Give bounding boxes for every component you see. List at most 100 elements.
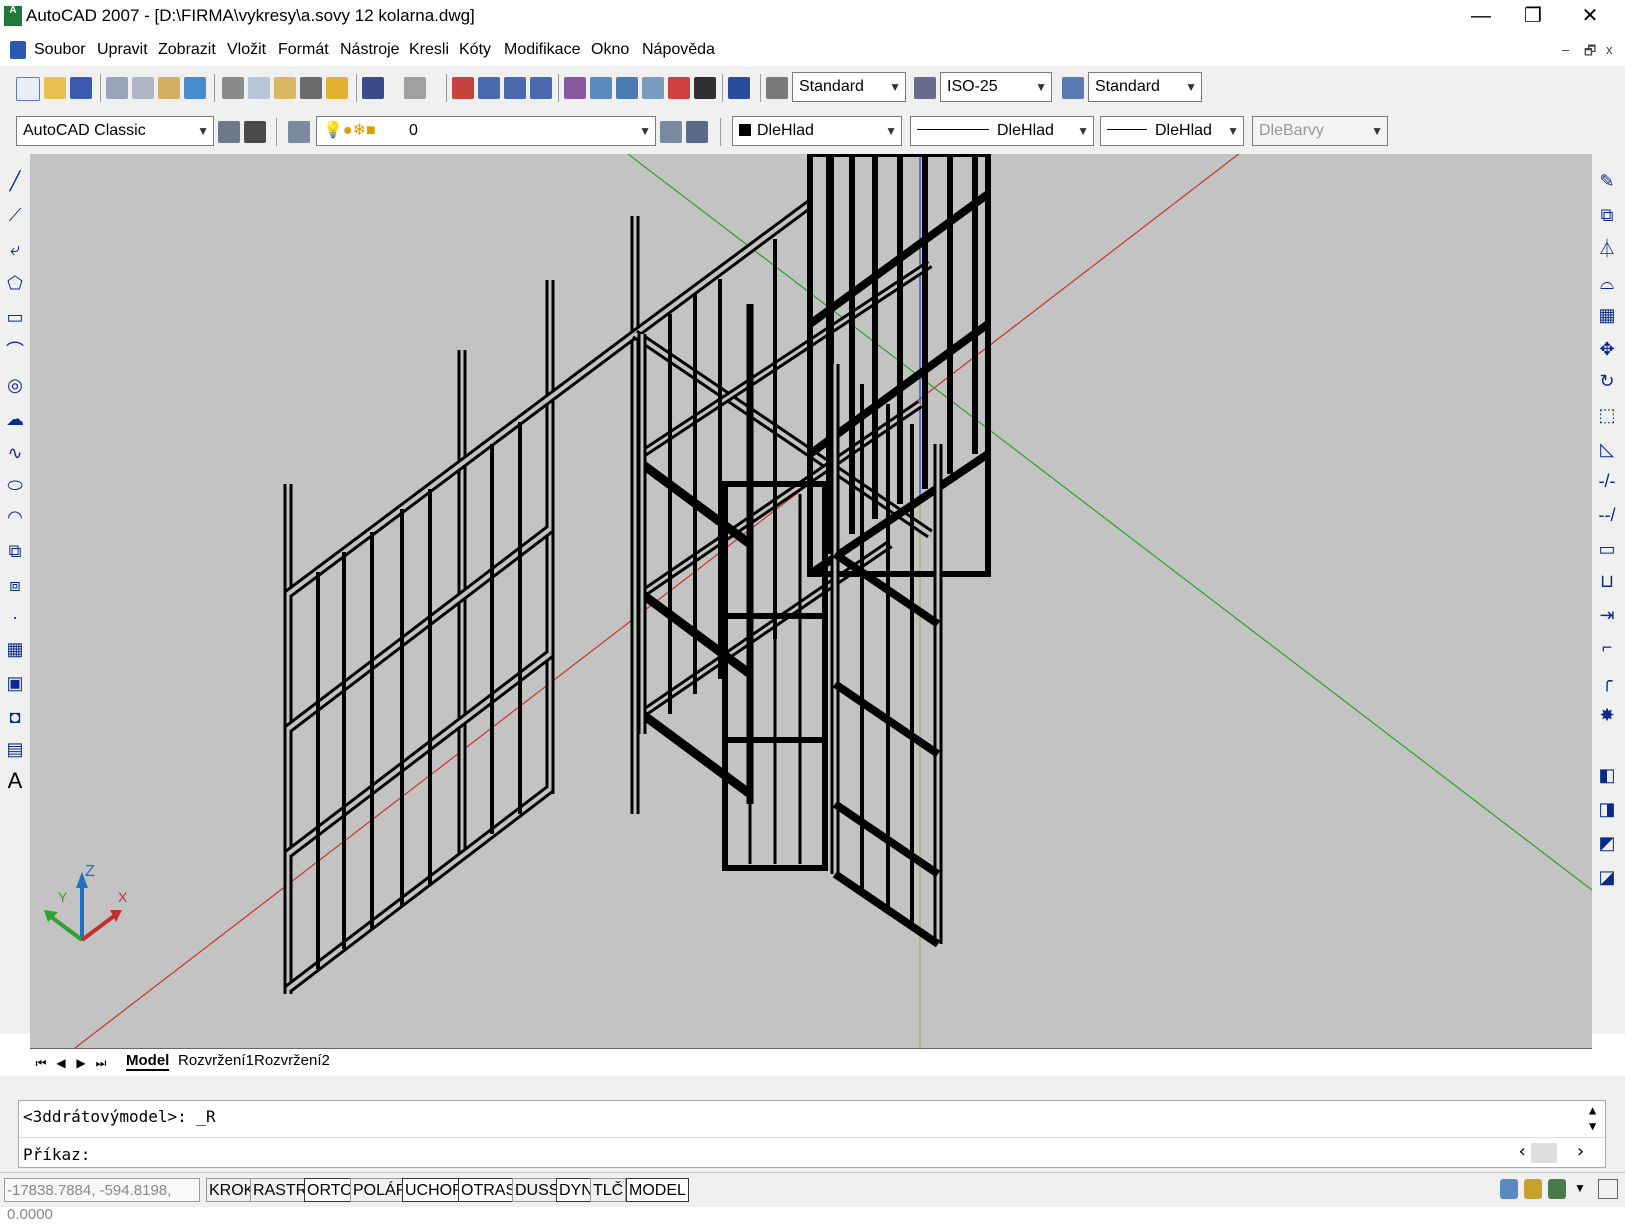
minimize-button[interactable]: —	[1456, 2, 1506, 30]
menu-koty[interactable]: Kóty	[459, 41, 491, 59]
table-style-dropdown[interactable]: Standard ▼	[1088, 72, 1202, 102]
draworder-front-icon[interactable]: ◧	[1596, 764, 1618, 786]
dim-style-dropdown[interactable]: ISO-25 ▼	[940, 72, 1052, 102]
doc-close-button[interactable]: x	[1606, 42, 1613, 57]
plot-preview-icon[interactable]	[132, 77, 154, 99]
menu-vlozit[interactable]: Vložit	[227, 41, 266, 59]
last-tab-icon[interactable]: ⏭	[92, 1053, 110, 1073]
extend-icon[interactable]: --/	[1596, 504, 1618, 526]
menu-napoveda[interactable]: Nápověda	[642, 41, 715, 59]
join-icon[interactable]: ⇥	[1596, 604, 1618, 626]
horizontal-scroll-thumb[interactable]	[1531, 1143, 1557, 1163]
command-window[interactable]: <3ddrátovýmodel>: _R Příkaz: ▲ ▼ ‹ ›	[18, 1100, 1606, 1168]
break-icon[interactable]: ⊔	[1596, 570, 1618, 592]
erase-icon[interactable]: ✎	[1596, 170, 1618, 192]
open-icon[interactable]	[44, 77, 66, 99]
fillet-icon[interactable]: ╭	[1596, 670, 1618, 692]
arc-icon[interactable]: ⌒	[4, 340, 26, 362]
calculator-icon[interactable]	[694, 77, 716, 99]
copy-object-icon[interactable]: ⧉	[1596, 204, 1618, 226]
prev-tab-icon[interactable]: ◀	[52, 1053, 70, 1073]
coordinate-readout[interactable]: -17838.7884, -594.8198, 0.0000	[4, 1178, 200, 1223]
sheet-set-icon[interactable]	[642, 77, 664, 99]
osnap-toggle[interactable]: UCHOP	[402, 1178, 466, 1202]
draworder-under-icon[interactable]: ◪	[1596, 866, 1618, 888]
layer-manager-icon[interactable]	[288, 121, 310, 143]
grid-toggle[interactable]: RASTR	[250, 1178, 311, 1202]
next-tab-icon[interactable]: ▶	[72, 1053, 90, 1073]
menu-okno[interactable]: Okno	[591, 41, 629, 59]
pan-icon[interactable]	[452, 77, 474, 99]
array-icon[interactable]: ▦	[1596, 304, 1618, 326]
mirror-icon[interactable]: ⏃	[1596, 238, 1618, 260]
tab-model[interactable]: Model	[126, 1052, 170, 1071]
publish-icon[interactable]	[158, 77, 180, 99]
status-tray-icon[interactable]	[1548, 1179, 1566, 1199]
scroll-down-icon[interactable]: ▼	[1589, 1119, 1596, 1133]
doc-restore-button[interactable]: 🗗	[1584, 42, 1596, 64]
point-icon[interactable]: ·	[4, 606, 26, 628]
menu-upravit[interactable]: Upravit	[97, 41, 148, 59]
zoom-realtime-icon[interactable]	[478, 77, 500, 99]
workspace-settings-icon[interactable]	[218, 121, 240, 143]
make-layer-current-icon[interactable]	[660, 121, 682, 143]
drawing-viewport[interactable]: Z Y X	[30, 154, 1592, 1048]
text-style-icon[interactable]	[766, 77, 788, 99]
draworder-above-icon[interactable]: ◩	[1596, 832, 1618, 854]
move-icon[interactable]: ✥	[1596, 338, 1618, 360]
ortho-toggle[interactable]: ORTO	[304, 1178, 356, 1202]
hatch-icon[interactable]: ▦	[4, 638, 26, 660]
redo-icon[interactable]	[404, 77, 426, 99]
construction-line-icon[interactable]: ⟋	[4, 204, 26, 226]
region-icon[interactable]: ◘	[4, 706, 26, 728]
menu-format[interactable]: Formát	[278, 41, 329, 59]
tab-rozvrzeni2[interactable]: Rozvržení2	[254, 1052, 330, 1069]
table-icon[interactable]: ▤	[4, 738, 26, 760]
tool-palettes-icon[interactable]	[616, 77, 638, 99]
my-workspace-icon[interactable]	[244, 121, 266, 143]
scroll-left-icon[interactable]: ‹	[1517, 1141, 1528, 1162]
communication-center-icon[interactable]	[1500, 1179, 1518, 1199]
otrack-toggle[interactable]: OTRAS	[458, 1178, 520, 1202]
menu-soubor[interactable]: Soubor	[34, 41, 86, 59]
properties-icon[interactable]	[564, 77, 586, 99]
match-properties-icon[interactable]	[300, 77, 322, 99]
new-icon[interactable]	[16, 77, 40, 101]
trim-icon[interactable]: -/-	[1596, 470, 1618, 492]
markup-icon[interactable]	[668, 77, 690, 99]
revision-cloud-icon[interactable]: ☁	[4, 408, 26, 430]
circle-icon[interactable]: ◎	[4, 374, 26, 396]
etransmit-icon[interactable]	[184, 77, 206, 99]
doc-minimize-button[interactable]: –	[1562, 42, 1569, 57]
menu-modifikace[interactable]: Modifikace	[504, 41, 580, 59]
ducs-toggle[interactable]: DUSS	[512, 1178, 563, 1202]
toolbar-lock-icon[interactable]	[1524, 1179, 1542, 1199]
polygon-icon[interactable]: ⬠	[4, 272, 26, 294]
scroll-up-icon[interactable]: ▲	[1589, 1103, 1596, 1117]
model-toggle[interactable]: MODEL	[626, 1178, 689, 1202]
line-icon[interactable]: ╱	[4, 170, 26, 192]
ellipse-icon[interactable]: ⬭	[4, 474, 26, 496]
tab-rozvrzeni1[interactable]: Rozvržení1	[178, 1052, 254, 1069]
linetype-dropdown[interactable]: DleHlad ▼	[910, 116, 1094, 146]
spline-icon[interactable]: ∿	[4, 442, 26, 464]
zoom-previous-icon[interactable]	[530, 77, 552, 99]
restore-button[interactable]: ❐	[1508, 2, 1558, 30]
clean-screen-icon[interactable]	[1598, 1179, 1618, 1199]
scroll-right-icon[interactable]: ›	[1575, 1141, 1586, 1162]
table-style-icon[interactable]	[1062, 77, 1084, 99]
lineweight-toggle[interactable]: TLČ	[590, 1178, 627, 1202]
document-icon[interactable]	[10, 41, 26, 59]
color-dropdown[interactable]: DleHlad ▼	[732, 116, 902, 146]
insert-block-icon[interactable]: ⧉	[4, 540, 26, 562]
rectangle-icon[interactable]: ▭	[4, 306, 26, 328]
cut-icon[interactable]	[222, 77, 244, 99]
make-block-icon[interactable]: ⧈	[4, 574, 26, 596]
save-icon[interactable]	[70, 77, 92, 99]
menu-zobrazit[interactable]: Zobrazit	[158, 41, 216, 59]
command-prompt[interactable]: Příkaz:	[23, 1145, 90, 1164]
menu-kresli[interactable]: Kresli	[409, 41, 449, 59]
copy-icon[interactable]	[248, 77, 270, 99]
zoom-window-icon[interactable]	[504, 77, 526, 99]
lineweight-dropdown[interactable]: DleHlad ▼	[1100, 116, 1244, 146]
